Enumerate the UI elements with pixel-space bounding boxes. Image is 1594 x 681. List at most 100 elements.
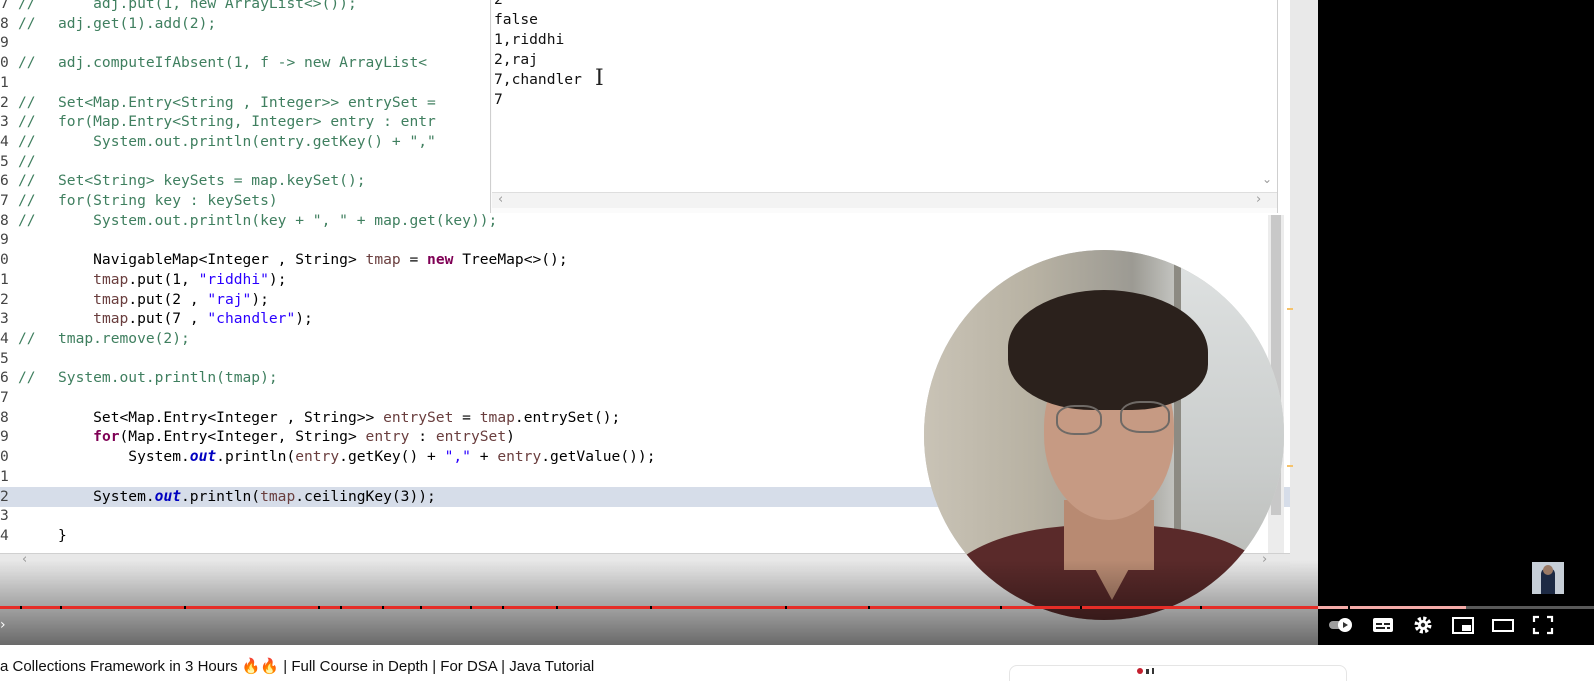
code-token: entrySet <box>383 408 454 426</box>
code-token: ); <box>295 310 313 328</box>
chapter-divider <box>60 606 62 609</box>
line-number: 7 <box>0 192 9 209</box>
console-output[interactable]: 2false 1,riddhi 2,raj 7,chandler 7 <box>492 0 1277 192</box>
gear-icon <box>1414 616 1432 634</box>
chapter-divider <box>382 606 384 609</box>
subtitles-button[interactable] <box>1370 614 1396 636</box>
text-cursor-icon: I <box>595 66 604 91</box>
line-number: 2 <box>0 290 9 308</box>
comment-marker: // <box>18 152 36 170</box>
theater-mode-button[interactable] <box>1490 614 1516 636</box>
chapter-divider <box>420 606 422 609</box>
line-number: 4 <box>0 526 9 544</box>
line-number: 9 <box>0 34 9 52</box>
code-token: .ceilingKey(3)); <box>295 487 436 505</box>
autoplay-toggle[interactable] <box>1328 614 1354 636</box>
code-text: for(String key : keySets) <box>58 192 278 209</box>
overview-marker <box>1287 465 1293 467</box>
channel-avatar[interactable] <box>1532 562 1564 594</box>
code-text: for(Map.Entry<Integer, String> entry : e… <box>58 427 515 447</box>
scroll-right-icon[interactable]: › <box>1256 192 1261 207</box>
console-vertical-scrollbar[interactable]: ⌄ <box>1259 0 1275 192</box>
code-line[interactable]: 8 // System.out.println(key + ", " + map.… <box>0 211 1290 231</box>
controls-gradient <box>0 560 1594 645</box>
line-number: 6 <box>0 369 9 387</box>
progress-bar[interactable] <box>0 606 1594 609</box>
code-token: entry <box>365 428 410 446</box>
chapter-divider <box>184 606 186 609</box>
code-token: .put(1, <box>128 270 199 288</box>
line-number: 3 <box>0 113 9 131</box>
scroll-left-icon[interactable]: ‹ <box>498 192 503 207</box>
line-number: 5 <box>0 152 9 170</box>
comment-marker: // <box>18 369 36 387</box>
code-token: .getValue()); <box>541 448 656 466</box>
code-token: ); <box>268 270 287 288</box>
code-text: Set<String> keySets = map.keySet(); <box>58 172 366 190</box>
code-line[interactable]: 9 <box>0 230 1290 250</box>
chapter-divider <box>470 606 472 609</box>
chapter-divider <box>650 606 652 609</box>
play-icon[interactable]: › <box>0 617 14 637</box>
code-token: entry <box>497 448 542 466</box>
chevron-down-icon[interactable]: ⌄ <box>1262 172 1272 186</box>
code-text: tmap.put(1, "riddhi"); <box>58 270 286 290</box>
line-number: 8 <box>0 14 9 32</box>
miniplayer-button[interactable] <box>1450 614 1476 636</box>
chapter-divider <box>785 606 787 609</box>
code-text: System.out.println(entry.getKey() + "," … <box>58 447 656 467</box>
autoplay-icon <box>1329 618 1352 632</box>
code-token: "raj" <box>207 290 252 308</box>
code-token: + <box>470 448 498 466</box>
code-token: System. <box>58 448 190 466</box>
console-horizontal-scrollbar[interactable]: ‹ › <box>492 192 1277 208</box>
comment-marker: // <box>18 329 36 347</box>
chapter-divider <box>318 606 320 609</box>
progress-played <box>0 606 1467 609</box>
code-text: System.out.println(tmap); <box>58 369 278 387</box>
code-token: "riddhi" <box>198 270 269 288</box>
code-token: tmap <box>93 270 129 288</box>
comment-marker: // <box>18 14 36 32</box>
line-number: 9 <box>0 231 9 249</box>
line-number: 2 <box>0 93 9 111</box>
code-token: "chandler" <box>207 310 296 328</box>
line-number: 7 <box>0 0 9 12</box>
miniplayer-icon <box>1452 617 1474 634</box>
channel-logo-icon <box>1137 668 1154 674</box>
code-text: adj.put(1, new ArrayList<>()); <box>58 0 357 12</box>
comment-marker: // <box>18 132 36 150</box>
recommendation-card[interactable] <box>1009 665 1347 681</box>
chapter-divider <box>502 606 504 609</box>
code-token: new <box>427 251 454 269</box>
chapter-divider <box>1348 606 1350 609</box>
line-number: 0 <box>0 54 9 72</box>
chapter-divider <box>556 606 558 609</box>
video-player[interactable]: 7 // adj.put(1, new ArrayList<>()); 8 // adj… <box>0 0 1594 645</box>
subtitles-icon <box>1373 618 1393 632</box>
code-text: Set<Map.Entry<Integer , String>> entrySe… <box>58 408 620 428</box>
code-token: "," <box>444 448 471 466</box>
code-text: tmap.remove(2); <box>58 329 190 347</box>
line-number: 8 <box>0 408 9 426</box>
line-number: 3 <box>0 310 9 328</box>
console-line: 7 <box>494 91 503 108</box>
fullscreen-button[interactable] <box>1530 614 1556 636</box>
theater-icon <box>1492 619 1514 632</box>
console-line: false <box>494 11 538 28</box>
line-number: 3 <box>0 507 9 525</box>
line-number: 9 <box>0 428 9 446</box>
code-token: .println( <box>181 487 261 505</box>
comment-marker: // <box>18 211 36 229</box>
code-token: for <box>93 428 120 446</box>
line-number: 6 <box>0 172 9 190</box>
comment-marker: // <box>18 0 36 12</box>
code-text: Set<Map.Entry<String , Integer>> entrySe… <box>58 93 436 111</box>
video-title[interactable]: a Collections Framework in 3 Hours 🔥🔥 | … <box>0 657 594 675</box>
code-token: .entrySet(); <box>514 408 621 426</box>
code-token: out <box>154 487 182 505</box>
settings-button[interactable] <box>1410 614 1436 636</box>
fullscreen-icon <box>1532 615 1554 635</box>
